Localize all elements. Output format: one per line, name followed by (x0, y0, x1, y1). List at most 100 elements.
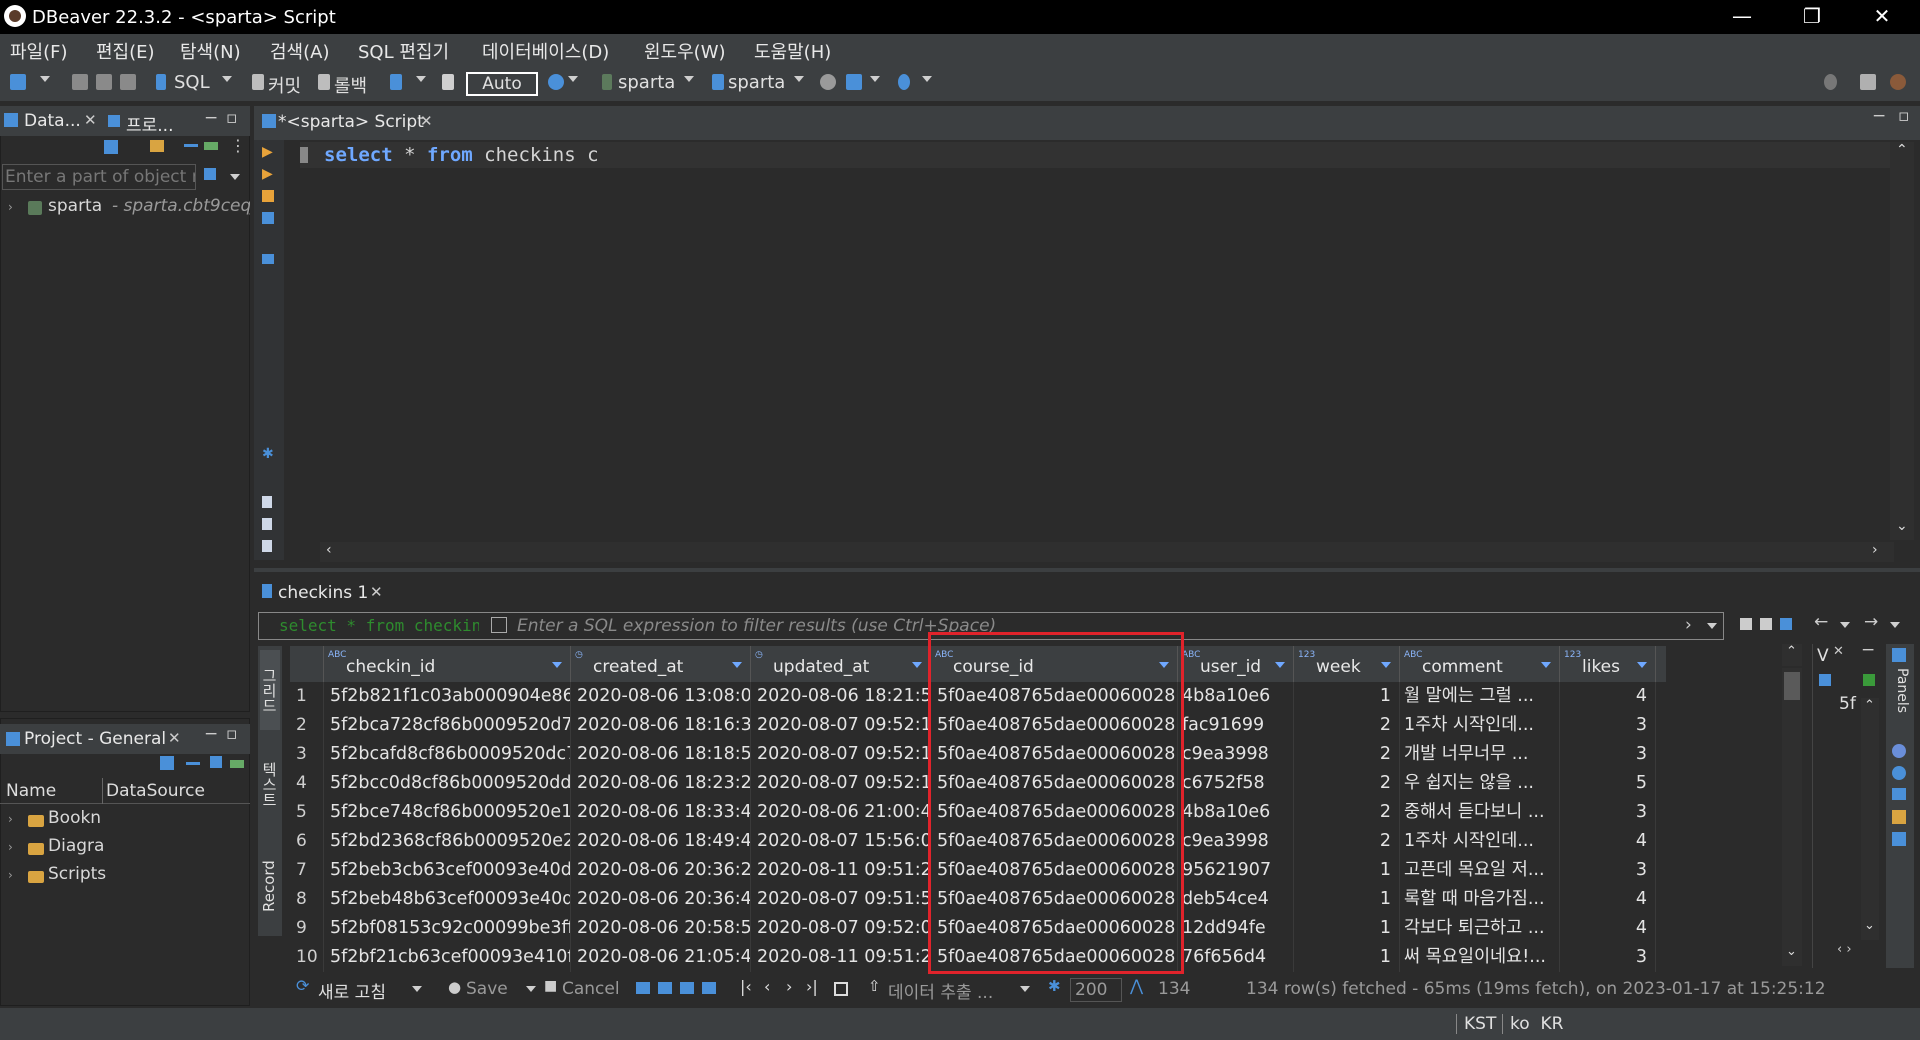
filter-dropdown-icon[interactable] (230, 174, 240, 180)
export-icon[interactable]: ⇧ (868, 977, 881, 995)
export-data-button[interactable]: 데이터 추출 ... (888, 978, 993, 1003)
column-header-created-at[interactable]: ◷ created_at (571, 646, 751, 682)
cell-updated-at[interactable]: 2020-08-07 09:52:00 (751, 914, 931, 943)
minimize-value-panel-icon[interactable]: − (1861, 640, 1875, 660)
grid-scroll-top[interactable]: ⌃ (1782, 644, 1802, 666)
first-page-icon[interactable]: |‹ (740, 977, 752, 996)
cell-likes[interactable]: 4 (1560, 827, 1656, 856)
row-number[interactable]: 8 (290, 885, 324, 914)
cell-created-at[interactable]: 2020-08-06 18:33:40 (571, 798, 751, 827)
expand-bookmarks-icon[interactable]: › (8, 812, 13, 826)
cell-user-id[interactable]: 4b8a10e6 (1178, 682, 1294, 711)
scroll-down-icon[interactable]: ⌄ (1896, 518, 1908, 534)
cell-updated-at[interactable]: 2020-08-06 18:21:52 (751, 682, 931, 711)
auto-commit-toggle[interactable]: Auto (466, 72, 538, 96)
menu-help[interactable]: 도움말(H) (754, 38, 831, 64)
maximize-editor-icon[interactable]: ▫ (1898, 106, 1910, 126)
menu-search[interactable]: 검색(A) (270, 38, 329, 64)
value-scroll-up-icon[interactable]: ⌃ (1864, 698, 1875, 713)
cell-likes[interactable]: 5 (1560, 769, 1656, 798)
execute-statement-icon[interactable]: ▶ (262, 144, 273, 160)
terminal-icon[interactable] (262, 254, 274, 264)
panel-calc-icon[interactable] (1892, 788, 1906, 800)
save-button[interactable]: Save (466, 979, 508, 999)
print-icon[interactable] (846, 74, 862, 90)
minimize-editor-icon[interactable]: − (1872, 106, 1886, 126)
cell-checkin-id[interactable]: 5f2beb3cb63cef00093e40d3 (324, 856, 571, 885)
cell-comment[interactable]: 고픈데 목요일 저... (1400, 856, 1560, 885)
refresh-button[interactable]: 새로 고침 (318, 978, 386, 1003)
cell-comment[interactable]: 우 쉽지는 않을 ... (1400, 769, 1560, 798)
dbeaver-perspective-icon[interactable] (1890, 74, 1906, 90)
column-header-checkin-id[interactable]: ABC checkin_id (324, 646, 571, 682)
open-perspective-icon[interactable] (1860, 74, 1876, 90)
close-result-tab-icon[interactable]: ✕ (370, 583, 383, 601)
cell-checkin-id[interactable]: 5f2bcafd8cf86b0009520dc7 (324, 740, 571, 769)
save-script-icon[interactable] (262, 518, 272, 530)
value-scroll-down-icon[interactable]: ⌄ (1864, 918, 1875, 933)
save-icon[interactable]: ● (448, 978, 461, 996)
minimize-button[interactable]: — (1712, 0, 1772, 34)
cell-checkin-id[interactable]: 5f2bca728cf86b0009520d7f (324, 711, 571, 740)
minimize-project-icon[interactable]: − (204, 724, 218, 744)
cell-created-at[interactable]: 2020-08-06 20:58:57 (571, 914, 751, 943)
sql-editor-icon[interactable] (156, 74, 166, 90)
cell-updated-at[interactable]: 2020-08-07 09:52:13 (751, 740, 931, 769)
sort-dropdown-icon[interactable] (1275, 662, 1285, 668)
collapse-all-icon[interactable] (184, 144, 198, 147)
value-format-icon[interactable] (1819, 674, 1831, 686)
sort-dropdown-icon[interactable] (1541, 662, 1551, 668)
filter-forward-icon[interactable]: → (1864, 612, 1878, 632)
search-tool-icon[interactable] (898, 74, 910, 90)
filter-settings-icon[interactable] (1760, 618, 1772, 630)
cell-week[interactable]: 1 (1294, 682, 1400, 711)
navigator-filter-input[interactable]: Enter a part of object n (2, 164, 196, 190)
cell-likes[interactable]: 3 (1560, 798, 1656, 827)
cell-updated-at[interactable]: 2020-08-07 09:51:59 (751, 885, 931, 914)
sql-code-line[interactable]: select * from checkins c (300, 142, 1890, 168)
filter-forward-dropdown-icon[interactable] (1890, 622, 1900, 628)
load-script-icon[interactable] (262, 496, 272, 508)
format-sql-icon[interactable]: ✱ (262, 446, 274, 462)
rollback-button[interactable]: 롤백 (334, 72, 367, 98)
fetch-all-icon[interactable] (834, 982, 848, 996)
scroll-left-icon[interactable]: ‹ (326, 542, 332, 558)
panel-chart-icon[interactable] (1892, 810, 1906, 824)
project-collapse-icon[interactable] (186, 762, 200, 765)
sort-dropdown-icon[interactable] (1381, 662, 1391, 668)
cell-likes[interactable]: 3 (1560, 943, 1656, 972)
grid-view-tab[interactable]: 그리드 (260, 650, 280, 730)
cell-comment[interactable]: 1주차 시작인데... (1400, 711, 1560, 740)
grid-scroll-up-icon[interactable]: ⌃ (1786, 644, 1797, 659)
close-navigator-tab-icon[interactable]: ✕ (84, 111, 97, 129)
print-dropdown-icon[interactable] (870, 76, 880, 82)
maximize-panel-icon[interactable]: ▫ (226, 108, 238, 128)
cell-updated-at[interactable]: 2020-08-07 15:56:08 (751, 827, 931, 856)
row-number[interactable]: 1 (290, 682, 324, 711)
menu-window[interactable]: 윈도우(W) (644, 38, 726, 64)
value-panel-tab[interactable]: V (1817, 646, 1829, 666)
cell-user-id[interactable]: deb54ce4 (1178, 885, 1294, 914)
view-menu-icon[interactable]: ⋮ (230, 136, 246, 155)
cell-comment[interactable]: 각보다 퇴근하고 ... (1400, 914, 1560, 943)
fetch-size-input[interactable]: 200 (1070, 978, 1122, 1002)
grid-vertical-scrollbar[interactable]: ⌄ (1782, 668, 1802, 966)
cell-user-id[interactable]: 4b8a10e6 (1178, 798, 1294, 827)
cell-user-id[interactable]: c6752f58 (1178, 769, 1294, 798)
link-editor-icon[interactable] (204, 142, 218, 150)
export-dropdown-icon[interactable] (1020, 986, 1030, 992)
menu-navigate[interactable]: 탐색(N) (180, 38, 241, 64)
locale-indicator[interactable]: ko KR (1510, 1014, 1563, 1034)
tab-project-general[interactable]: Project - General (24, 729, 166, 749)
editor-results-splitter[interactable] (254, 568, 1920, 572)
datasource-dropdown-icon[interactable] (684, 76, 694, 82)
new-folder-icon[interactable] (150, 140, 164, 152)
project-config-icon[interactable] (160, 756, 174, 770)
schema-dropdown-icon[interactable] (794, 76, 804, 82)
disconnect-icon[interactable] (96, 74, 112, 90)
cell-created-at[interactable]: 2020-08-06 18:49:42 (571, 827, 751, 856)
filter-history-icon[interactable] (1707, 623, 1717, 629)
value-save-icon[interactable] (1863, 674, 1875, 686)
cell-checkin-id[interactable]: 5f2b821f1c03ab000904e862 (324, 682, 571, 711)
cell-checkin-id[interactable]: 5f2bce748cf86b0009520e1d (324, 798, 571, 827)
